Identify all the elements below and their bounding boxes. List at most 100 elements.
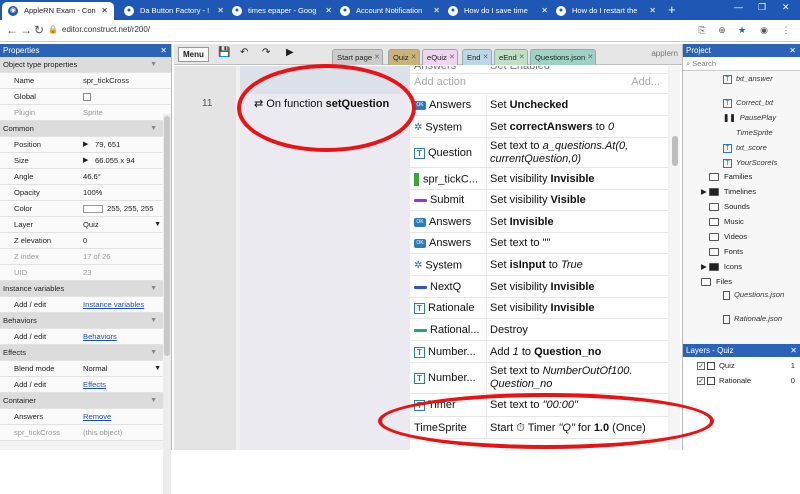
menu-button[interactable]: Menu (178, 47, 209, 62)
close-tab-icon[interactable]: ✕ (325, 2, 332, 20)
redo-icon[interactable]: ↷ (262, 47, 270, 58)
project-tree-item[interactable]: Fonts (709, 247, 743, 256)
close-tab-icon[interactable]: ✕ (587, 50, 593, 65)
close-tab-icon[interactable]: ✕ (101, 2, 108, 20)
action-row[interactable]: NextQ Set visibility Invisible (410, 276, 668, 298)
close-tab-icon[interactable]: ✕ (483, 50, 489, 65)
property-value[interactable]: Quiz (83, 220, 99, 229)
save-icon[interactable]: 💾 (218, 47, 230, 58)
layout-tab[interactable]: Quiz ✕ (388, 49, 420, 65)
collapse-icon[interactable]: ▼ (150, 121, 157, 137)
browser-tab[interactable]: ● Da Button Factory - ! ✕ (118, 2, 230, 20)
project-tree-item[interactable]: ▶ Timelines (701, 187, 756, 196)
properties-section-header[interactable]: Container ▼ (0, 393, 171, 409)
action-row[interactable]: ✲ System Set correctAnswers to 0 (410, 116, 668, 138)
close-tab-icon[interactable]: ✕ (541, 2, 548, 20)
close-tab-icon[interactable]: ✕ (374, 50, 380, 65)
property-value[interactable]: Instance variables (83, 300, 144, 309)
project-tree-item[interactable]: Files (701, 277, 732, 286)
project-tree-item[interactable]: ▶ Icons (701, 262, 742, 271)
project-tree-item[interactable]: Music (709, 217, 744, 226)
close-tab-icon[interactable]: ✕ (449, 50, 455, 65)
project-tree-item[interactable]: Questions.json (723, 290, 789, 300)
browser-tab[interactable]: ● How do I save time ✕ (442, 2, 554, 20)
layer-visible-checkbox[interactable]: ✓ (697, 362, 705, 370)
dropdown-arrow-icon[interactable]: ▼ (154, 217, 161, 233)
action-row[interactable]: T Rationale Set visibility Invisible (410, 298, 668, 319)
close-tab-icon[interactable]: ✕ (649, 2, 656, 20)
project-tree-item[interactable]: Videos (709, 232, 747, 241)
copy-icon[interactable]: ⎘ (696, 24, 708, 36)
project-tree-item[interactable]: ❚❚ PausePlay (723, 113, 776, 122)
action-row[interactable]: OK Answers Set Unchecked (410, 95, 668, 116)
property-value[interactable]: Remove (83, 412, 111, 421)
url-field[interactable]: editor.construct.net/r200/ (62, 25, 150, 34)
collapse-icon[interactable]: ▼ (150, 57, 157, 73)
close-tab-icon[interactable]: ✕ (217, 2, 224, 20)
properties-scrollbar[interactable] (163, 114, 171, 494)
action-row[interactable]: T Number... Set text to NumberOutOf100. Qu… (410, 363, 668, 394)
close-icon[interactable]: ✕ (790, 344, 797, 357)
forward-icon[interactable]: → (20, 23, 32, 37)
layout-tab[interactable]: eEnd ✕ (494, 49, 528, 65)
avatar[interactable]: ◉ (758, 24, 770, 36)
action-row[interactable]: ✲ System Set isInput to True (410, 254, 668, 276)
collapse-icon[interactable]: ▼ (150, 345, 157, 361)
project-tree-item[interactable]: Ttxt_answer (723, 74, 773, 84)
property-value[interactable]: Behaviors (83, 332, 117, 341)
layout-tab[interactable]: Start page ✕ (332, 49, 384, 65)
action-row[interactable]: T Number... Add 1 to Question_no (410, 341, 668, 363)
close-icon[interactable]: ✕ (789, 44, 796, 57)
project-tree-item[interactable]: T YourScoreIs (723, 158, 777, 168)
undo-icon[interactable]: ↶ (240, 47, 248, 58)
close-window-icon[interactable]: ✕ (782, 2, 790, 13)
action-row[interactable]: Submit Set visibility Visible (410, 190, 668, 211)
properties-section-header[interactable]: Instance variables ▼ (0, 281, 171, 297)
action-row[interactable]: OK Answers Set Invisible (410, 211, 668, 233)
close-tab-icon[interactable]: ✕ (411, 50, 417, 65)
close-tab-icon[interactable]: ✕ (519, 50, 525, 65)
browser-tab[interactable]: ● Account Notification ✕ (334, 2, 446, 20)
maximize-icon[interactable]: ❐ (758, 2, 766, 13)
layout-tab[interactable]: eQuiz ✕ (422, 49, 458, 65)
properties-section-header[interactable]: Effects ▼ (0, 345, 171, 361)
browser-tab[interactable]: ● How do I restart the ✕ (550, 2, 662, 20)
property-value[interactable]: Normal (83, 364, 107, 373)
action-row[interactable]: spr_tickC... Set visibility Invisible (410, 168, 668, 190)
collapse-icon[interactable]: ▼ (150, 393, 157, 409)
lock-icon[interactable] (707, 377, 715, 385)
layout-tab[interactable]: End ✕ (462, 49, 492, 65)
color-swatch[interactable] (83, 205, 103, 213)
reload-icon[interactable]: ↻ (34, 23, 44, 37)
expand-arrow-icon[interactable]: ▶ (701, 262, 707, 271)
properties-section-header[interactable]: Behaviors ▼ (0, 313, 171, 329)
more-menu-icon[interactable]: ⋮ (780, 24, 792, 36)
collapse-icon[interactable]: ▼ (150, 281, 157, 297)
action-row[interactable]: T Question Set text to a_questions.At(0, c… (410, 138, 668, 168)
add-action-link[interactable]: Add action (414, 76, 466, 89)
minimize-icon[interactable]: — (734, 2, 743, 12)
layout-tab[interactable]: Questions.json ✕ (530, 49, 597, 65)
collapse-icon[interactable]: ▼ (150, 313, 157, 329)
play-icon[interactable]: ▶ (286, 47, 294, 58)
properties-section-header[interactable]: Common ▼ (0, 121, 171, 137)
close-icon[interactable]: ✕ (160, 44, 167, 57)
layer-row[interactable]: ✓ Quiz 1 (683, 359, 800, 373)
add-action-more[interactable]: Add... (631, 76, 660, 89)
dropdown-arrow-icon[interactable]: ▼ (154, 361, 161, 377)
project-tree-item[interactable]: Sounds (709, 202, 750, 211)
close-tab-icon[interactable]: ✕ (433, 2, 440, 20)
project-search-input[interactable]: ⌕ Search (683, 57, 800, 71)
action-row[interactable]: OK Answers Set text to "" (410, 233, 668, 254)
new-tab-button[interactable]: + (668, 2, 676, 18)
add-action-row[interactable]: Add action Add... (410, 76, 668, 94)
layer-visible-checkbox[interactable]: ✓ (697, 377, 705, 385)
project-tree-item[interactable]: Ttxt_score (723, 143, 767, 153)
star-icon[interactable]: ★ (736, 24, 748, 36)
browser-tab[interactable]: ● times epaper - Goog ✕ (226, 2, 338, 20)
properties-section-header[interactable]: Object type properties ▼ (0, 57, 171, 73)
add-icon[interactable]: ⊕ (716, 24, 728, 36)
expand-arrow-icon[interactable]: ▶ (701, 187, 707, 196)
property-value[interactable]: Effects (83, 380, 106, 389)
lock-icon[interactable] (707, 362, 715, 370)
